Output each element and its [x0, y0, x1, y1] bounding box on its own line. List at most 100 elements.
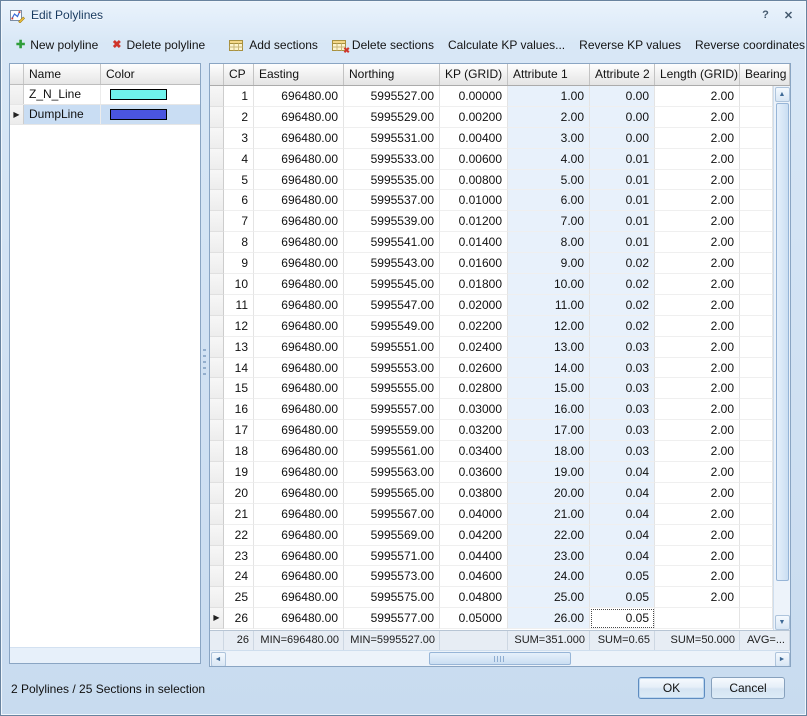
- grid-cell[interactable]: 2.00: [655, 420, 740, 441]
- panel-splitter[interactable]: [203, 349, 206, 375]
- grid-cell[interactable]: 696480.00: [254, 170, 344, 191]
- grid-cell[interactable]: 696480.00: [254, 358, 344, 379]
- grid-cell[interactable]: 2.00: [655, 587, 740, 608]
- grid-cell[interactable]: 5995527.00: [344, 86, 440, 107]
- grid-cell[interactable]: [740, 587, 773, 608]
- grid-cell[interactable]: 21.00: [508, 504, 590, 525]
- grid-cell[interactable]: [740, 546, 773, 567]
- grid-cell[interactable]: 0.01: [590, 190, 655, 211]
- grid-cell[interactable]: 7.00: [508, 211, 590, 232]
- grid-row[interactable]: 20696480.005995565.000.0380020.000.042.0…: [210, 483, 773, 504]
- grid-cell[interactable]: 26: [224, 608, 254, 629]
- grid-cell[interactable]: 696480.00: [254, 107, 344, 128]
- grid-cell[interactable]: 0.00000: [440, 86, 508, 107]
- grid-cell[interactable]: 2.00: [655, 253, 740, 274]
- grid-cell[interactable]: [740, 483, 773, 504]
- grid-cell[interactable]: 22: [224, 525, 254, 546]
- horizontal-scroll-track[interactable]: [226, 651, 774, 666]
- horizontal-scroll-thumb[interactable]: [429, 652, 571, 665]
- vertical-scroll-thumb[interactable]: [776, 103, 789, 581]
- scroll-right-button[interactable]: ►: [775, 652, 790, 667]
- scroll-up-button[interactable]: ▲: [775, 87, 790, 102]
- grid-row[interactable]: 15696480.005995555.000.0280015.000.032.0…: [210, 378, 773, 399]
- grid-cell[interactable]: 2.00: [655, 358, 740, 379]
- grid-cell[interactable]: 17: [224, 420, 254, 441]
- grid-row[interactable]: 1696480.005995527.000.000001.000.002.00: [210, 86, 773, 107]
- grid-cell[interactable]: 0.03600: [440, 462, 508, 483]
- grid-cell[interactable]: 696480.00: [254, 587, 344, 608]
- grid-cell[interactable]: 7: [224, 211, 254, 232]
- grid-cell[interactable]: 696480.00: [254, 86, 344, 107]
- grid-cell[interactable]: 5995551.00: [344, 337, 440, 358]
- grid-cell[interactable]: 696480.00: [254, 274, 344, 295]
- grid-cell[interactable]: 5: [224, 170, 254, 191]
- grid-cell[interactable]: 5995561.00: [344, 441, 440, 462]
- grid-row[interactable]: 21696480.005995567.000.0400021.000.042.0…: [210, 504, 773, 525]
- grid-cell[interactable]: 24: [224, 566, 254, 587]
- grid-cell[interactable]: 5995533.00: [344, 149, 440, 170]
- grid-row[interactable]: 22696480.005995569.000.0420022.000.042.0…: [210, 525, 773, 546]
- grid-cell[interactable]: 696480.00: [254, 399, 344, 420]
- grid-cell[interactable]: 15: [224, 378, 254, 399]
- column-header-attribute-2[interactable]: Attribute 2: [590, 64, 655, 85]
- grid-cell[interactable]: [740, 190, 773, 211]
- help-button[interactable]: ?: [757, 8, 774, 23]
- grid-cell[interactable]: 696480.00: [254, 441, 344, 462]
- polyline-color-cell[interactable]: [101, 105, 200, 124]
- grid-cell[interactable]: 3: [224, 128, 254, 149]
- grid-cell[interactable]: 5995543.00: [344, 253, 440, 274]
- grid-cell[interactable]: 0.03: [590, 399, 655, 420]
- grid-cell[interactable]: [740, 566, 773, 587]
- grid-cell[interactable]: 2: [224, 107, 254, 128]
- grid-cell[interactable]: 696480.00: [254, 546, 344, 567]
- grid-row[interactable]: 10696480.005995545.000.0180010.000.022.0…: [210, 274, 773, 295]
- grid-cell[interactable]: 0.01: [590, 211, 655, 232]
- grid-cell[interactable]: 0.02200: [440, 316, 508, 337]
- grid-cell[interactable]: 5995549.00: [344, 316, 440, 337]
- grid-cell[interactable]: 0.01: [590, 170, 655, 191]
- grid-cell[interactable]: 0.04: [590, 462, 655, 483]
- grid-cell[interactable]: 2.00: [655, 86, 740, 107]
- grid-row[interactable]: 25696480.005995575.000.0480025.000.052.0…: [210, 587, 773, 608]
- grid-cell[interactable]: 5995535.00: [344, 170, 440, 191]
- grid-cell[interactable]: 0.01400: [440, 232, 508, 253]
- grid-cell[interactable]: 0.03200: [440, 420, 508, 441]
- grid-cell[interactable]: 0.01600: [440, 253, 508, 274]
- grid-cell[interactable]: 2.00: [655, 128, 740, 149]
- grid-cell[interactable]: 0.02800: [440, 378, 508, 399]
- grid-cell[interactable]: 2.00: [655, 378, 740, 399]
- grid-cell[interactable]: 0.05000: [440, 608, 508, 629]
- grid-cell[interactable]: 9.00: [508, 253, 590, 274]
- grid-cell[interactable]: [740, 525, 773, 546]
- grid-cell[interactable]: [740, 274, 773, 295]
- grid-cell[interactable]: 0.03: [590, 441, 655, 462]
- grid-cell[interactable]: 3.00: [508, 128, 590, 149]
- grid-cell[interactable]: [740, 441, 773, 462]
- grid-cell[interactable]: 696480.00: [254, 504, 344, 525]
- grid-cell[interactable]: 20: [224, 483, 254, 504]
- delete-polyline-button[interactable]: ✖ Delete polyline: [105, 34, 212, 56]
- reverse-coordinates-button[interactable]: Reverse coordinates: [688, 34, 807, 56]
- grid-cell[interactable]: 5995539.00: [344, 211, 440, 232]
- grid-row[interactable]: 6696480.005995537.000.010006.000.012.00: [210, 190, 773, 211]
- grid-cell[interactable]: 22.00: [508, 525, 590, 546]
- grid-row[interactable]: 9696480.005995543.000.016009.000.022.00: [210, 253, 773, 274]
- grid-cell[interactable]: 5995563.00: [344, 462, 440, 483]
- horizontal-scrollbar[interactable]: ◄ ►: [210, 650, 790, 666]
- grid-cell[interactable]: 696480.00: [254, 232, 344, 253]
- grid-cell[interactable]: 0.04200: [440, 525, 508, 546]
- grid-cell[interactable]: 696480.00: [254, 566, 344, 587]
- vertical-scroll-track[interactable]: [774, 582, 790, 614]
- grid-cell[interactable]: 11.00: [508, 295, 590, 316]
- grid-cell[interactable]: 14.00: [508, 358, 590, 379]
- polyline-name-cell[interactable]: Z_N_Line: [24, 85, 101, 104]
- grid-row[interactable]: 16696480.005995557.000.0300016.000.032.0…: [210, 399, 773, 420]
- grid-cell[interactable]: 16.00: [508, 399, 590, 420]
- grid-cell[interactable]: 696480.00: [254, 316, 344, 337]
- grid-cell[interactable]: 2.00: [655, 149, 740, 170]
- grid-cell[interactable]: 2.00: [655, 295, 740, 316]
- grid-cell[interactable]: 5995575.00: [344, 587, 440, 608]
- grid-cell[interactable]: 696480.00: [254, 190, 344, 211]
- grid-cell[interactable]: 2.00: [655, 211, 740, 232]
- grid-cell[interactable]: 0.02: [590, 316, 655, 337]
